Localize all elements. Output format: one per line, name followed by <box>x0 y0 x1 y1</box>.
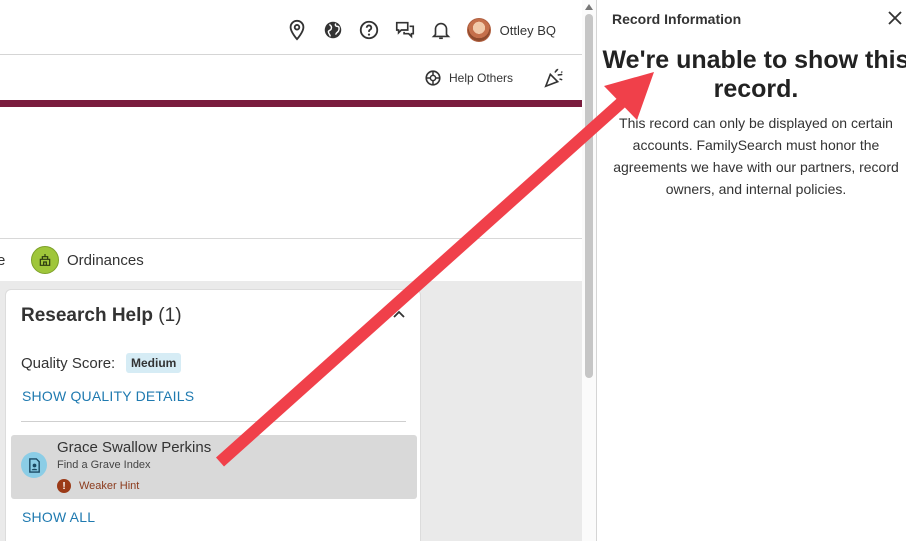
accent-bar <box>0 100 582 107</box>
help-circle-icon[interactable] <box>357 18 381 42</box>
avatar[interactable] <box>466 18 491 42</box>
tab-partial[interactable]: e <box>0 252 5 269</box>
tab-ordinances-label: Ordinances <box>67 251 144 269</box>
bell-icon[interactable] <box>429 18 453 42</box>
hint-strength: ! Weaker Hint <box>57 479 139 493</box>
chevron-up-icon[interactable] <box>392 308 406 322</box>
warning-icon: ! <box>57 479 71 493</box>
help-others-label: Help Others <box>449 71 514 85</box>
quality-score-label: Quality Score: <box>21 355 116 372</box>
sub-toolbar: Help Others <box>0 55 582 99</box>
research-help-title-text: Research Help <box>21 305 154 326</box>
scroll-up-arrow-icon[interactable] <box>585 4 593 10</box>
record-information-panel: Record Information We're unable to show … <box>596 0 906 541</box>
help-others-button[interactable]: Help Others <box>424 69 513 87</box>
header-icons: Ottley BQ <box>273 18 556 42</box>
globe-icon[interactable] <box>321 18 345 42</box>
main-content: Ottley BQ Help Others e Ordinances Resea… <box>0 0 582 541</box>
party-popper-icon[interactable] <box>543 67 565 89</box>
panel-heading: We're unable to show this record. <box>602 46 906 103</box>
temple-icon <box>31 246 59 274</box>
panel-body: This record can only be displayed on cer… <box>613 115 899 197</box>
close-icon[interactable] <box>887 10 903 26</box>
panel-title: Record Information <box>612 11 742 27</box>
hint-person-name[interactable]: Grace Swallow Perkins <box>57 439 211 456</box>
username[interactable]: Ottley BQ <box>500 23 556 38</box>
research-help-count: (1) <box>158 305 182 326</box>
record-hint[interactable]: Grace Swallow Perkins Find a Grave Index… <box>11 435 417 499</box>
research-help-title: Research Help (1) <box>21 305 182 327</box>
card-divider <box>21 421 406 422</box>
tab-ordinances-wrap: e Ordinances <box>0 239 165 281</box>
hint-strength-label: Weaker Hint <box>79 480 140 492</box>
show-quality-details-link[interactable]: SHOW QUALITY DETAILS <box>22 388 194 404</box>
tab-ordinances[interactable]: Ordinances <box>31 246 144 274</box>
tabs-row: e Ordinances <box>0 239 582 281</box>
scrollbar-thumb[interactable] <box>585 14 593 378</box>
record-hint-icon <box>21 452 47 478</box>
chat-icon[interactable] <box>393 18 417 42</box>
help-others-icon <box>425 70 441 86</box>
quality-score-badge: Medium <box>126 353 182 373</box>
location-pin-icon[interactable] <box>285 18 309 42</box>
show-all-link[interactable]: SHOW ALL <box>22 509 95 525</box>
hint-source: Find a Grave Index <box>57 459 151 471</box>
research-help-card: Research Help (1) Quality Score: Medium … <box>5 289 421 541</box>
top-bar: Ottley BQ <box>0 0 582 55</box>
